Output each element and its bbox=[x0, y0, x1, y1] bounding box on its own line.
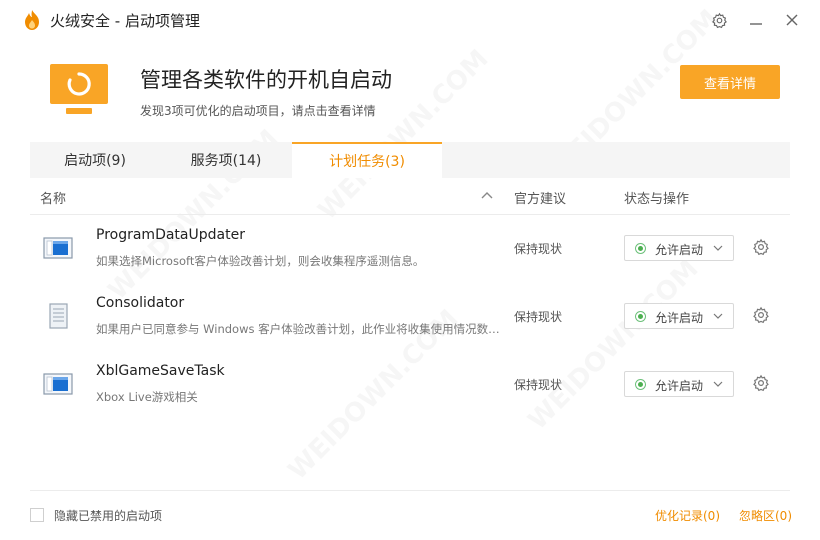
official-advice: 保持现状 bbox=[514, 378, 563, 392]
close-button[interactable] bbox=[780, 8, 804, 32]
task-name: ProgramDataUpdater bbox=[96, 227, 245, 243]
table-row: XblGameSaveTask Xbox Live游戏相关 保持现状 允许启动 bbox=[30, 351, 790, 419]
tab-scheduled-tasks[interactable]: 计划任务(3) bbox=[292, 142, 442, 178]
title-bar: 火绒安全 - 启动项管理 bbox=[0, 0, 820, 40]
ignore-zone-link[interactable]: 忽略区(0) bbox=[739, 507, 792, 524]
document-icon bbox=[49, 303, 68, 329]
column-header-name[interactable]: 名称 bbox=[40, 188, 66, 207]
optimize-record-link[interactable]: 优化记录(0) bbox=[655, 507, 720, 524]
status-indicator-icon bbox=[635, 243, 646, 254]
window-app-icon bbox=[43, 237, 73, 259]
task-name: XblGameSaveTask bbox=[96, 363, 225, 379]
task-name: Consolidator bbox=[96, 295, 185, 311]
task-description: 如果用户已同意参与 Windows 客户体验改善计划，此作业将收集使用情况数据并… bbox=[96, 322, 506, 336]
status-dropdown[interactable]: 允许启动 bbox=[624, 371, 734, 397]
table-row: Consolidator 如果用户已同意参与 Windows 客户体验改善计划，… bbox=[30, 283, 790, 351]
settings-button[interactable] bbox=[707, 8, 731, 32]
divider bbox=[30, 490, 790, 491]
view-details-button[interactable]: 查看详情 bbox=[680, 65, 780, 99]
page-subtitle: 发现3项可优化的启动项目，请点击查看详情 bbox=[140, 104, 376, 118]
close-icon bbox=[786, 14, 798, 26]
gear-icon[interactable] bbox=[752, 374, 770, 392]
gear-icon[interactable] bbox=[752, 238, 770, 256]
minimize-button[interactable] bbox=[744, 8, 768, 32]
status-label: 允许启动 bbox=[655, 243, 704, 257]
status-indicator-icon bbox=[635, 379, 646, 390]
status-label: 允许启动 bbox=[655, 379, 704, 393]
window-title: 火绒安全 - 启动项管理 bbox=[50, 12, 200, 30]
gear-icon bbox=[711, 12, 727, 28]
window-app-icon bbox=[43, 373, 73, 395]
chevron-down-icon bbox=[713, 313, 723, 319]
huorong-logo-icon bbox=[25, 10, 39, 30]
official-advice: 保持现状 bbox=[514, 242, 563, 256]
tab-services[interactable]: 服务项(14) bbox=[160, 142, 292, 178]
status-dropdown[interactable]: 允许启动 bbox=[624, 235, 734, 261]
status-label: 允许启动 bbox=[655, 311, 704, 325]
page-title: 管理各类软件的开机自启动 bbox=[140, 68, 392, 92]
official-advice: 保持现状 bbox=[514, 310, 563, 324]
tab-bar: 启动项(9) 服务项(14) 计划任务(3) bbox=[30, 142, 790, 178]
gear-icon[interactable] bbox=[752, 306, 770, 324]
task-description: Xbox Live游戏相关 bbox=[96, 390, 198, 404]
status-dropdown[interactable]: 允许启动 bbox=[624, 303, 734, 329]
monitor-icon bbox=[50, 64, 108, 114]
column-header-advice: 官方建议 bbox=[514, 192, 567, 207]
task-description: 如果选择Microsoft客户体验改善计划，则会收集程序遥测信息。 bbox=[96, 254, 425, 268]
hide-disabled-checkbox[interactable] bbox=[30, 508, 44, 522]
status-indicator-icon bbox=[635, 311, 646, 322]
chevron-down-icon bbox=[713, 381, 723, 387]
hide-disabled-label[interactable]: 隐藏已禁用的启动项 bbox=[54, 507, 162, 524]
chevron-down-icon bbox=[713, 245, 723, 251]
minimize-icon bbox=[750, 23, 762, 25]
table-row: ProgramDataUpdater 如果选择Microsoft客户体验改善计划… bbox=[30, 215, 790, 283]
tab-startup-items[interactable]: 启动项(9) bbox=[30, 142, 160, 178]
sort-up-icon[interactable] bbox=[480, 189, 494, 203]
column-header-status: 状态与操作 bbox=[624, 192, 690, 207]
